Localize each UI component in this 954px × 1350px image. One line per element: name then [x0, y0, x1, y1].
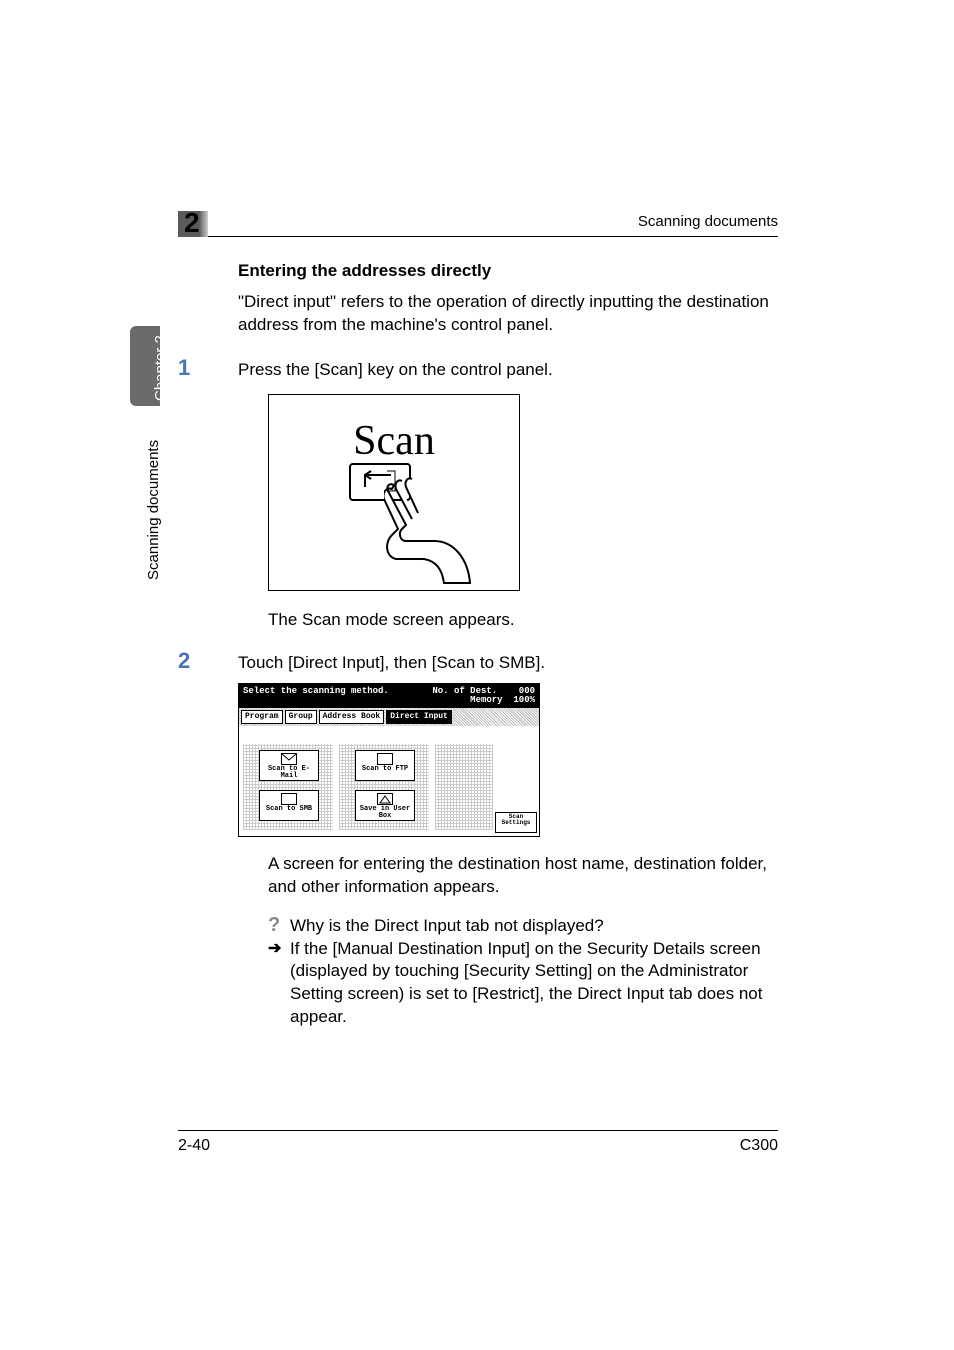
lcd-btn-email: Scan to E-Mail	[259, 750, 319, 781]
step-text: Press the [Scan] key on the control pane…	[238, 355, 778, 382]
page-footer: 2-40 C300	[178, 1130, 778, 1155]
lcd-btn-userbox: Save in User Box	[355, 790, 415, 821]
lcd-mem-label: Memory	[470, 695, 502, 705]
lcd-btn-scansettings: Scan Settings	[495, 812, 537, 833]
hand-icon	[384, 475, 474, 585]
section-intro: "Direct input" refers to the operation o…	[238, 291, 778, 337]
running-head: Scanning documents	[638, 213, 778, 230]
page-number: 2-40	[178, 1137, 210, 1155]
step-after: A screen for entering the destination ho…	[268, 853, 778, 899]
qa-answer: If the [Manual Destination Input] on the…	[290, 938, 778, 1030]
lcd-btn-smb: Scan to SMB	[259, 790, 319, 821]
scan-key-label: Scan	[269, 417, 519, 465]
side-tab-label: Chapter 2	[152, 335, 169, 401]
question-mark-icon: ?	[268, 915, 290, 935]
side-tab: Chapter 2	[130, 326, 160, 406]
figure-scan-key: Scan	[268, 394, 778, 591]
step: 1 Press the [Scan] key on the control pa…	[178, 355, 778, 382]
lcd-tab-program: Program	[241, 710, 283, 724]
section-heading: Entering the addresses directly	[238, 261, 778, 281]
lcd-title: Select the scanning method.	[243, 687, 389, 705]
lcd-tab-directinput: Direct Input	[386, 710, 452, 724]
qa-question: Why is the Direct Input tab not displaye…	[290, 915, 604, 938]
step-number: 1	[178, 355, 238, 382]
page-header: 2 Scanning documents	[178, 210, 778, 237]
model-number: C300	[740, 1137, 778, 1155]
step-after: The Scan mode screen appears.	[268, 609, 778, 632]
lcd-tab-addressbook: Address Book	[319, 710, 385, 724]
lcd-btn-ftp: Scan to FTP	[355, 750, 415, 781]
lcd-mem-value: 100%	[513, 695, 535, 705]
arrow-right-icon: ➔	[268, 938, 290, 960]
step-text: Touch [Direct Input], then [Scan to SMB]…	[238, 648, 778, 675]
side-running-label: Scanning documents	[145, 440, 162, 580]
step: 2 Touch [Direct Input], then [Scan to SM…	[178, 648, 778, 675]
figure-lcd-screen: Select the scanning method. No. of Dest.…	[238, 683, 540, 837]
chapter-number: 2	[184, 207, 200, 239]
lcd-tab-group: Group	[285, 710, 317, 724]
step-number: 2	[178, 648, 238, 675]
